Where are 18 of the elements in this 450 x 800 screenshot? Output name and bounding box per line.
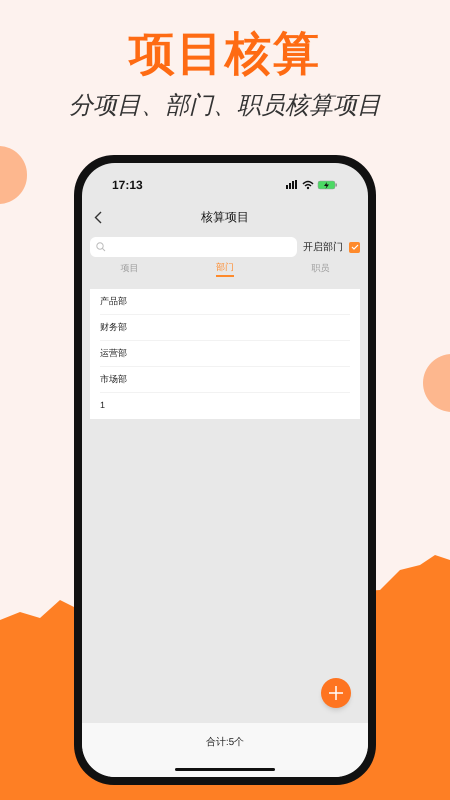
status-icons <box>286 180 338 190</box>
subtitle: 分项目、部门、职员核算项目 <box>69 94 381 118</box>
search-field[interactable] <box>90 237 297 257</box>
plus-icon <box>329 686 343 700</box>
back-icon[interactable] <box>94 210 102 224</box>
total-count: 合计:5个 <box>206 736 244 750</box>
search-icon <box>96 242 106 252</box>
toggle-label: 开启部门 <box>303 240 343 254</box>
list-item[interactable]: 市场部 <box>100 367 350 393</box>
nav-title: 核算项目 <box>201 209 249 226</box>
list-item[interactable]: 运营部 <box>100 341 350 367</box>
list-item[interactable]: 财务部 <box>100 315 350 341</box>
status-time: 17:13 <box>112 176 143 194</box>
list-item[interactable]: 1 <box>100 393 350 419</box>
list-item[interactable]: 产品部 <box>100 289 350 315</box>
add-button[interactable] <box>321 678 351 708</box>
checkbox[interactable] <box>349 242 360 252</box>
headline: 项目核算 <box>129 30 321 76</box>
